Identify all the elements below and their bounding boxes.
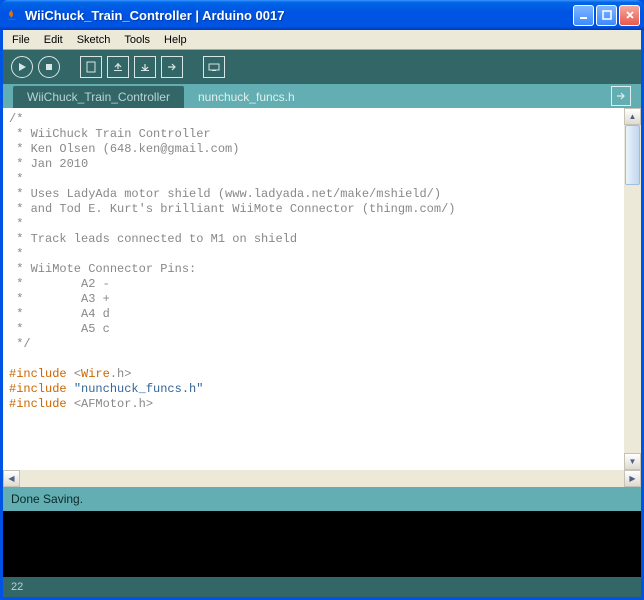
code-line: * [9, 172, 23, 186]
code-line: * A5 c [9, 322, 110, 336]
scroll-right-button[interactable]: ▶ [624, 470, 641, 487]
minimize-button[interactable] [573, 5, 594, 26]
run-button[interactable] [11, 56, 33, 78]
vertical-scrollbar[interactable]: ▲ ▼ [624, 108, 641, 470]
menu-file[interactable]: File [5, 32, 37, 48]
stop-button[interactable] [38, 56, 60, 78]
line-number-bar: 22 [3, 577, 641, 597]
code-line: * Track leads connected to M1 on shield [9, 232, 297, 246]
code-line: * [9, 247, 23, 261]
code-line: * Ken Olsen (648.ken@gmail.com) [9, 142, 239, 156]
scroll-up-button[interactable]: ▲ [624, 108, 641, 125]
upload-button[interactable] [161, 56, 183, 78]
tab-menu-button[interactable] [611, 86, 631, 106]
code-string: "nunchuck_funcs.h" [74, 382, 204, 396]
tab-main-sketch[interactable]: WiiChuck_Train_Controller [13, 86, 184, 108]
code-line: * Jan 2010 [9, 157, 88, 171]
code-line: * WiiChuck Train Controller [9, 127, 211, 141]
serial-monitor-button[interactable] [203, 56, 225, 78]
tabbar: WiiChuck_Train_Controller nunchuck_funcs… [3, 84, 641, 108]
code-line: * A2 - [9, 277, 110, 291]
console-output[interactable] [3, 511, 641, 577]
code-line: * A4 d [9, 307, 110, 321]
code-lib: Wire [81, 367, 110, 381]
titlebar[interactable]: WiiChuck_Train_Controller | Arduino 0017 [0, 0, 644, 30]
status-text: Done Saving. [11, 492, 83, 506]
scroll-left-button[interactable]: ◀ [3, 470, 20, 487]
status-bar: Done Saving. [3, 487, 641, 511]
save-button[interactable] [134, 56, 156, 78]
scroll-thumb[interactable] [625, 125, 640, 185]
code-line: * Uses LadyAda motor shield (www.ladyada… [9, 187, 441, 201]
menu-tools[interactable]: Tools [117, 32, 157, 48]
code-line: * WiiMote Connector Pins: [9, 262, 196, 276]
menu-help[interactable]: Help [157, 32, 194, 48]
maximize-button[interactable] [596, 5, 617, 26]
menu-edit[interactable]: Edit [37, 32, 70, 48]
tab-nunchuck-funcs[interactable]: nunchuck_funcs.h [184, 86, 309, 108]
code-line: * [9, 217, 23, 231]
line-number: 22 [11, 581, 23, 593]
toolbar [3, 50, 641, 84]
code-editor[interactable]: /* * WiiChuck Train Controller * Ken Ols… [3, 108, 641, 487]
close-button[interactable] [619, 5, 640, 26]
new-button[interactable] [80, 56, 102, 78]
code-line: * A3 + [9, 292, 110, 306]
java-icon [4, 7, 20, 23]
menu-sketch[interactable]: Sketch [70, 32, 118, 48]
horizontal-scrollbar[interactable]: ◀ ▶ [3, 470, 641, 487]
code-line: */ [9, 337, 31, 351]
editor-area: /* * WiiChuck Train Controller * Ken Ols… [3, 108, 641, 487]
code-keyword: #include [9, 382, 74, 396]
code-line: * and Tod E. Kurt's brilliant WiiMote Co… [9, 202, 455, 216]
code-keyword: #include [9, 367, 74, 381]
window-title: WiiChuck_Train_Controller | Arduino 0017 [25, 8, 573, 23]
open-button[interactable] [107, 56, 129, 78]
scroll-down-button[interactable]: ▼ [624, 453, 641, 470]
code-line: /* [9, 112, 23, 126]
code-keyword: #include [9, 397, 74, 411]
menubar: File Edit Sketch Tools Help [3, 30, 641, 50]
